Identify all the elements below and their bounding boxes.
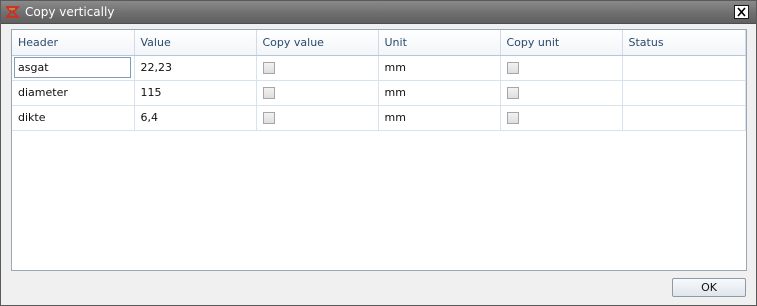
table-row[interactable]: 22,23 mm [12,55,746,81]
unit-cell[interactable]: mm [378,105,501,131]
copy-table: Header Value Copy value Unit Copy unit S… [12,30,746,131]
column-header-value[interactable]: Value [134,30,257,56]
unit-cell[interactable]: mm [378,80,501,106]
copy-value-cell [256,80,379,106]
status-cell [622,105,746,131]
header-cell[interactable]: diameter [12,80,135,106]
copy-unit-cell [500,55,623,81]
value-cell[interactable]: 115 [134,80,257,106]
column-header-copy-unit[interactable]: Copy unit [500,30,623,56]
copy-unit-cell [500,80,623,106]
value-cell[interactable]: 22,23 [134,55,257,81]
copy-unit-cell [500,105,623,131]
copy-unit-checkbox[interactable] [506,62,519,74]
close-button[interactable] [734,5,749,19]
copy-unit-checkbox[interactable] [506,87,519,99]
unit-cell[interactable]: mm [378,55,501,81]
copy-value-checkbox[interactable] [262,62,275,74]
status-cell [622,55,746,81]
header-cell[interactable] [12,55,135,81]
table-header-row: Header Value Copy value Unit Copy unit S… [12,30,746,56]
status-cell [622,80,746,106]
value-cell[interactable]: 6,4 [134,105,257,131]
column-header-copy-value[interactable]: Copy value [256,30,379,56]
copy-value-cell [256,55,379,81]
app-logo-icon [5,5,21,19]
ok-button[interactable]: OK [672,278,746,297]
copy-vertically-dialog: Copy vertically Header Value Copy value … [0,0,757,306]
column-header-unit[interactable]: Unit [378,30,501,56]
copy-value-checkbox[interactable] [262,112,275,124]
column-header-header[interactable]: Header [12,30,135,56]
copy-unit-checkbox[interactable] [506,112,519,124]
table-row[interactable]: diameter 115 mm [12,80,746,106]
column-header-status[interactable]: Status [622,30,746,56]
header-edit-input[interactable] [14,57,131,78]
header-cell[interactable]: dikte [12,105,135,131]
copy-value-cell [256,105,379,131]
dialog-title: Copy vertically [25,5,115,19]
copy-grid[interactable]: Header Value Copy value Unit Copy unit S… [11,29,747,271]
title-bar[interactable]: Copy vertically [1,1,756,24]
table-row[interactable]: dikte 6,4 mm [12,105,746,131]
copy-value-checkbox[interactable] [262,87,275,99]
